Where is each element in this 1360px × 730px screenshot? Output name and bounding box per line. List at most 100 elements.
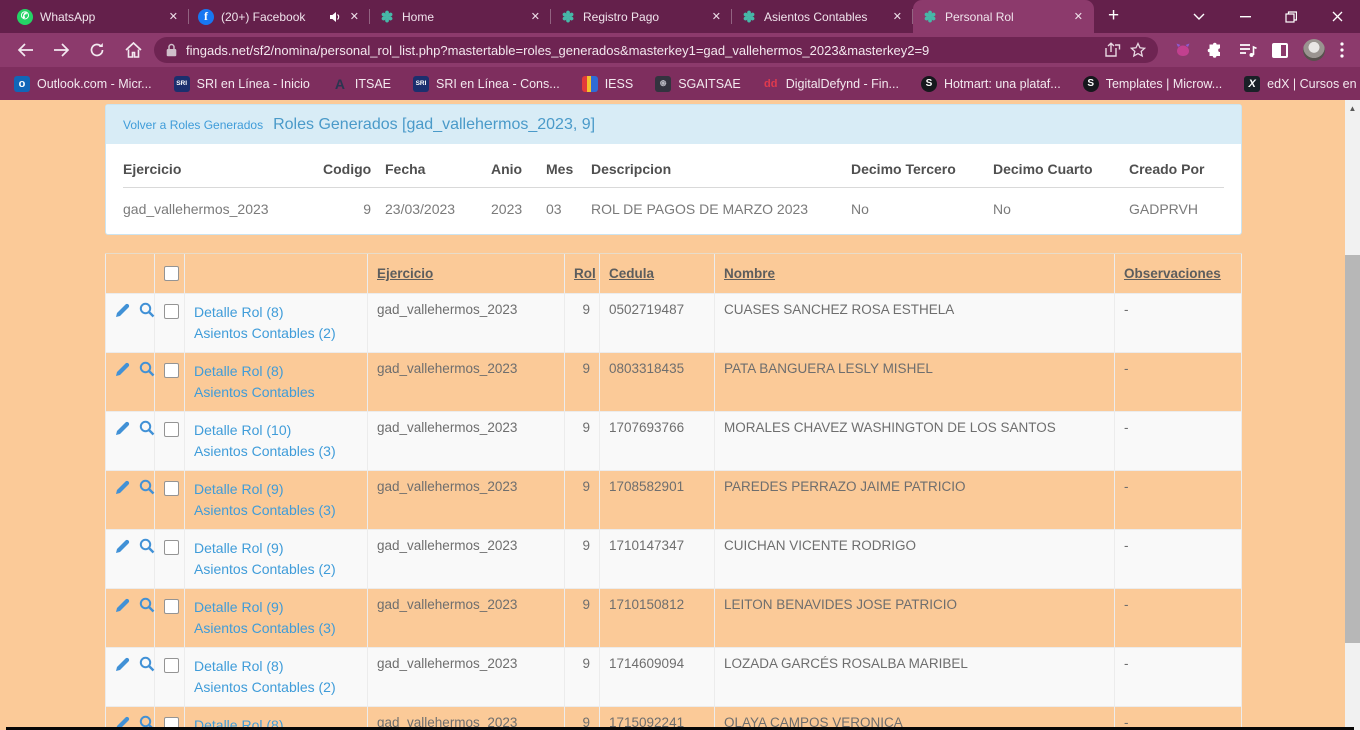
tab-registro-pago[interactable]: ✽ Registro Pago ✕: [551, 0, 732, 33]
edit-icon[interactable]: [115, 657, 130, 672]
bookmark-outlook[interactable]: o Outlook.com - Micr...: [14, 76, 152, 92]
tab-asientos-contables[interactable]: ✽ Asientos Contables ✕: [732, 0, 913, 33]
view-icon[interactable]: [139, 538, 155, 554]
scroll-up-arrow-icon[interactable]: ▲: [1345, 100, 1360, 113]
view-icon[interactable]: [139, 597, 155, 613]
cell-nombre: LEITON BENAVIDES JOSE PATRICIO: [715, 589, 1115, 648]
sort-ejercicio[interactable]: Ejercicio: [377, 266, 433, 281]
tab-close-icon[interactable]: ✕: [529, 8, 542, 25]
row-checkbox[interactable]: [164, 658, 179, 673]
edit-icon[interactable]: [115, 598, 130, 613]
back-icon[interactable]: [10, 36, 40, 64]
sort-nombre[interactable]: Nombre: [724, 266, 775, 281]
select-all-header: [155, 254, 185, 294]
url-text[interactable]: fingads.net/sf2/nomina/personal_rol_list…: [186, 43, 1095, 58]
sort-cedula[interactable]: Cedula: [609, 266, 654, 281]
row-checkbox[interactable]: [164, 540, 179, 555]
asientos-contables-link[interactable]: Asientos Contables (2): [194, 323, 358, 344]
col-header-descripcion: Descripcion: [591, 152, 851, 188]
edit-icon[interactable]: [115, 539, 130, 554]
tab-home[interactable]: ✽ Home ✕: [370, 0, 551, 33]
cell-observaciones: -: [1115, 353, 1242, 412]
bookmark-edx[interactable]: X edX | Cursos en líne...: [1244, 76, 1360, 92]
scrollbar-thumb[interactable]: [1345, 255, 1360, 643]
view-icon[interactable]: [139, 420, 155, 436]
cell-cedula: 0803318435: [600, 353, 715, 412]
tab-close-icon[interactable]: ✕: [891, 8, 904, 25]
row-checkbox[interactable]: [164, 363, 179, 378]
reload-icon[interactable]: [82, 36, 112, 64]
menu-kebab-icon[interactable]: [1340, 42, 1344, 58]
bookmark-itsae[interactable]: A ITSAE: [332, 76, 391, 92]
asientos-contables-link[interactable]: Asientos Contables (3): [194, 500, 358, 521]
share-icon[interactable]: [1104, 42, 1121, 58]
pet-extension-icon[interactable]: [1174, 42, 1192, 58]
view-icon[interactable]: [139, 656, 155, 672]
view-icon[interactable]: [139, 361, 155, 377]
row-checkbox[interactable]: [164, 422, 179, 437]
asientos-contables-link[interactable]: Asientos Contables: [194, 382, 358, 403]
view-icon[interactable]: [139, 479, 155, 495]
restore-button[interactable]: [1268, 0, 1314, 33]
audio-speaker-icon[interactable]: [329, 11, 341, 23]
row-checkbox[interactable]: [164, 599, 179, 614]
col-header-ejercicio: Ejercicio: [123, 152, 323, 188]
tab-close-icon[interactable]: ✕: [348, 8, 361, 25]
asientos-contables-link[interactable]: Asientos Contables (3): [194, 441, 358, 462]
detalle-rol-link[interactable]: Detalle Rol (9): [194, 538, 358, 559]
profile-avatar[interactable]: [1303, 39, 1325, 61]
tab-close-icon[interactable]: ✕: [1072, 8, 1085, 25]
edit-icon[interactable]: [115, 303, 130, 318]
extension-area: [1164, 39, 1350, 61]
close-window-button[interactable]: [1314, 0, 1360, 33]
vertical-scrollbar[interactable]: ▲: [1345, 100, 1360, 730]
new-tab-button[interactable]: +: [1108, 5, 1119, 27]
asientos-contables-link[interactable]: Asientos Contables (2): [194, 677, 358, 698]
playlist-extension-icon[interactable]: [1239, 43, 1257, 58]
sort-rol[interactable]: Rol: [574, 266, 596, 281]
address-bar[interactable]: fingads.net/sf2/nomina/personal_rol_list…: [154, 37, 1158, 63]
detalle-rol-link[interactable]: Detalle Rol (10): [194, 420, 358, 441]
tab-close-icon[interactable]: ✕: [710, 8, 723, 25]
detalle-rol-link[interactable]: Detalle Rol (8): [194, 361, 358, 382]
bookmark-templates[interactable]: S Templates | Microw...: [1083, 76, 1222, 92]
tab-title: WhatsApp: [40, 10, 160, 24]
edit-icon[interactable]: [115, 480, 130, 495]
lock-icon[interactable]: [166, 43, 177, 57]
bookmark-iess[interactable]: IESS: [582, 76, 634, 92]
master-anio: 2023: [491, 188, 546, 223]
asientos-contables-link[interactable]: Asientos Contables (3): [194, 618, 358, 639]
bookmark-hotmart[interactable]: S Hotmart: una plataf...: [921, 76, 1061, 92]
detalle-rol-link[interactable]: Detalle Rol (8): [194, 656, 358, 677]
bookmark-sgaitsae[interactable]: ֍ SGAITSAE: [655, 76, 741, 92]
bookmark-sri-inicio[interactable]: SRI SRI en Línea - Inicio: [174, 76, 310, 92]
asientos-contables-link[interactable]: Asientos Contables (2): [194, 559, 358, 580]
extensions-puzzle-icon[interactable]: [1207, 42, 1224, 59]
row-checkbox[interactable]: [164, 481, 179, 496]
detalle-rol-link[interactable]: Detalle Rol (8): [194, 302, 358, 323]
bookmark-star-icon[interactable]: [1130, 42, 1146, 58]
cell-cedula: 1710150812: [600, 589, 715, 648]
select-all-checkbox[interactable]: [164, 266, 179, 281]
minimize-button[interactable]: [1222, 0, 1268, 33]
detalle-rol-link[interactable]: Detalle Rol (9): [194, 479, 358, 500]
sort-observaciones[interactable]: Observaciones: [1124, 266, 1221, 281]
table-row: Detalle Rol (9) Asientos Contables (3) g…: [105, 589, 1242, 648]
bookmark-sri-consultas[interactable]: SRI SRI en Línea - Cons...: [413, 76, 560, 92]
cell-observaciones: -: [1115, 648, 1242, 707]
bookmark-digitaldefynd[interactable]: dd DigitalDefynd - Fin...: [763, 76, 899, 92]
detalle-rol-link[interactable]: Detalle Rol (9): [194, 597, 358, 618]
tab-search-chevron-icon[interactable]: [1176, 0, 1222, 33]
forward-icon[interactable]: [46, 36, 76, 64]
back-to-roles-link[interactable]: Volver a Roles Generados: [123, 118, 263, 132]
row-checkbox[interactable]: [164, 304, 179, 319]
tab-personal-rol[interactable]: ✽ Personal Rol ✕: [913, 0, 1094, 33]
sidebar-extension-icon[interactable]: [1272, 43, 1288, 58]
tab-whatsapp[interactable]: ✆ WhatsApp ✕: [8, 0, 189, 33]
edit-icon[interactable]: [115, 421, 130, 436]
edit-icon[interactable]: [115, 362, 130, 377]
home-icon[interactable]: [118, 36, 148, 64]
tab-close-icon[interactable]: ✕: [167, 8, 180, 25]
tab-facebook[interactable]: f (20+) Facebook ✕: [189, 0, 370, 33]
view-icon[interactable]: [139, 302, 155, 318]
